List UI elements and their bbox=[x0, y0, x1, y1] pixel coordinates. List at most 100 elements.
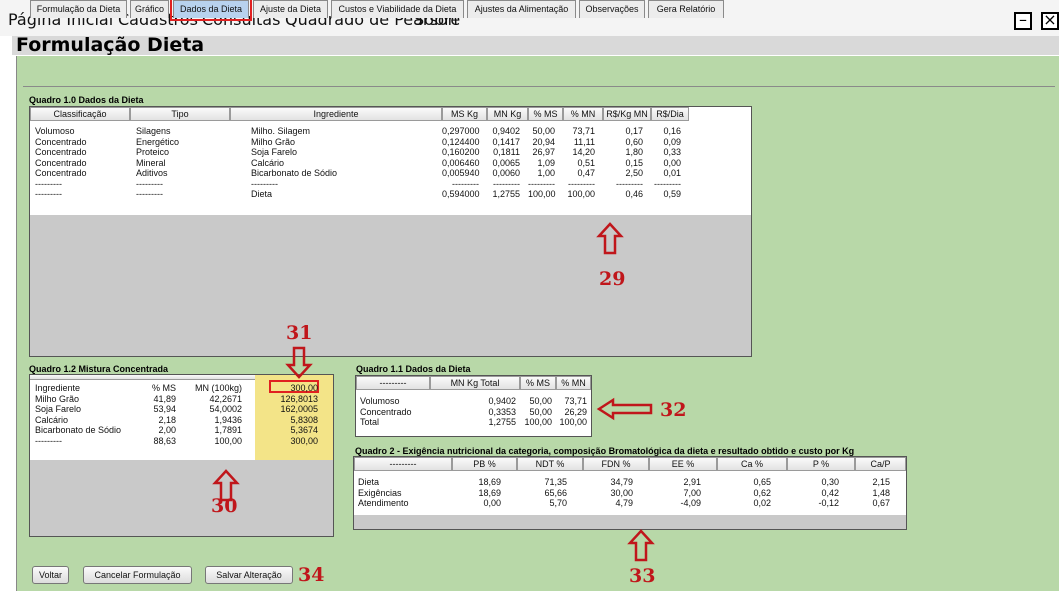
q11-col-header[interactable]: % MS bbox=[520, 376, 556, 390]
q2-col-header[interactable]: PB % bbox=[452, 457, 517, 471]
annotation-34: 34 bbox=[298, 564, 325, 586]
q10-col-header[interactable]: MN Kg bbox=[487, 107, 528, 121]
q10-cell: 0,006460 bbox=[442, 157, 480, 168]
window-title-bar: Formulação Dieta bbox=[12, 34, 1059, 56]
q11-col-header[interactable]: --------- bbox=[356, 376, 430, 390]
q11-col-header[interactable]: % MN bbox=[556, 376, 591, 390]
back-button[interactable]: Voltar bbox=[32, 566, 69, 584]
q10-cell: 0,005940 bbox=[442, 168, 480, 178]
q11-cell: Volumoso bbox=[360, 396, 400, 406]
q10-cell: --------- bbox=[528, 178, 555, 189]
q10-cell: 50,00 bbox=[532, 126, 555, 136]
tab-ajuste-dieta[interactable]: Ajuste da Dieta bbox=[253, 0, 328, 18]
tab-custos[interactable]: Custos e Viabilidade da Dieta bbox=[331, 0, 464, 18]
q10-cell: Concentrado bbox=[35, 147, 87, 157]
q12-cell: 2,18 bbox=[158, 414, 176, 425]
q2-cell: 65,66 bbox=[544, 487, 567, 498]
q2-cell: 71,35 bbox=[544, 477, 567, 487]
tab-grafico[interactable]: Gráfico bbox=[130, 0, 169, 18]
q10-col-header[interactable]: Tipo bbox=[130, 107, 230, 121]
q10-cell: 11,11 bbox=[573, 136, 595, 147]
q10-cell: --------- bbox=[452, 178, 479, 189]
q10-cell: Concentrado bbox=[35, 136, 87, 147]
annotation-arrow-left-32 bbox=[596, 397, 653, 421]
tab-formulacao[interactable]: Formulação da Dieta bbox=[30, 0, 127, 18]
q11-cell: 73,71 bbox=[564, 396, 587, 406]
q10-title: Quadro 1.0 Dados da Dieta bbox=[29, 95, 144, 105]
q10-cell: 0,1811 bbox=[493, 147, 520, 157]
q10-cell: 0,0065 bbox=[492, 157, 520, 168]
q10-cell: 0,47 bbox=[577, 168, 595, 178]
q10-cell: Volumoso bbox=[35, 126, 75, 136]
save-changes-button[interactable]: Salvar Alteração bbox=[205, 566, 293, 584]
q2-cell: 0,67 bbox=[872, 498, 890, 508]
q10-col-header[interactable]: Ingrediente bbox=[230, 107, 442, 121]
q10-cell: --------- bbox=[568, 178, 595, 189]
close-button[interactable]: × bbox=[1041, 12, 1059, 30]
minimize-button[interactable]: – bbox=[1014, 12, 1032, 30]
q10-cell: 0,1417 bbox=[492, 136, 520, 147]
q12-cell: MN (100kg) bbox=[194, 383, 242, 393]
q10-cell: Bicarbonato de Sódio bbox=[251, 168, 338, 178]
q12-cell: 53,94 bbox=[153, 404, 176, 414]
annotation-31: 31 bbox=[286, 322, 313, 344]
q10-cell: Proteico bbox=[136, 147, 170, 157]
q2-cell: Exigências bbox=[358, 487, 402, 498]
q10-cell: 0,15 bbox=[625, 157, 643, 168]
tab-dados-dieta[interactable]: Dados da Dieta bbox=[170, 0, 252, 21]
q10-cell: 0,160200 bbox=[442, 147, 480, 157]
q10-col-header[interactable]: R$/Dia bbox=[651, 107, 689, 121]
q11-col-header[interactable]: MN Kg Total bbox=[430, 376, 520, 390]
q10-col-header[interactable]: % MS bbox=[528, 107, 563, 121]
q10-col-header[interactable]: MS Kg bbox=[442, 107, 487, 121]
q2-cell: 0,30 bbox=[821, 477, 839, 487]
q2-col-header[interactable]: --------- bbox=[354, 457, 452, 471]
q10-cell: 0,33 bbox=[663, 147, 681, 157]
tab-gera-relatorio[interactable]: Gera Relatório bbox=[648, 0, 724, 18]
q12-empty-area bbox=[30, 460, 333, 536]
q10-cell: Concentrado bbox=[35, 168, 87, 178]
q12-cell: 2,00 bbox=[158, 425, 176, 435]
tab-ajustes-alimentacao[interactable]: Ajustes da Alimentação bbox=[467, 0, 576, 18]
q2-col-header[interactable]: EE % bbox=[649, 457, 717, 471]
q10-cell: --------- bbox=[654, 178, 681, 189]
q10-cell: 0,0060 bbox=[492, 168, 520, 178]
q10-cell: 0,00 bbox=[663, 157, 681, 168]
q10-col-header[interactable]: Classificação bbox=[30, 107, 130, 121]
q10-cell: Soja Farelo bbox=[251, 147, 298, 157]
q10-cell: 1,00 bbox=[537, 168, 555, 178]
q2-col-header[interactable]: NDT % bbox=[517, 457, 583, 471]
tab-observacoes[interactable]: Observações bbox=[579, 0, 645, 18]
q11-cell: 50,00 bbox=[529, 406, 552, 417]
q10-cell: Aditivos bbox=[136, 168, 168, 178]
q10-cell: Calcário bbox=[251, 157, 285, 168]
annotation-29: 29 bbox=[599, 268, 626, 290]
cancel-formulation-button[interactable]: Cancelar Formulação bbox=[83, 566, 192, 584]
q12-table: Ingrediente % MS MN (100kg) 300,00 Milho Grã… bbox=[29, 374, 334, 537]
q10-cell: 0,297000 bbox=[442, 126, 480, 136]
annotation-30: 30 bbox=[211, 495, 238, 517]
q2-cell: -0,12 bbox=[818, 498, 839, 508]
q12-cell: 300,00 bbox=[290, 383, 318, 393]
q10-cell: Milho Grão bbox=[251, 136, 296, 147]
q10-cell: 0,51 bbox=[577, 157, 595, 168]
q10-cell: Energético bbox=[136, 136, 180, 147]
q2-col-header[interactable]: FDN % bbox=[583, 457, 649, 471]
q10-cell: 1,80 bbox=[625, 147, 643, 157]
q10-cell: 1,09 bbox=[537, 157, 555, 168]
q2-col-header[interactable]: Ca/P bbox=[855, 457, 906, 471]
q10-table: Classificação Tipo Ingrediente MS Kg MN Kg% … bbox=[29, 106, 752, 357]
q12-cell: 100,00 bbox=[214, 435, 242, 446]
q2-col-header[interactable]: P % bbox=[787, 457, 855, 471]
q10-col-header[interactable]: R$/Kg MN bbox=[603, 107, 651, 121]
q10-cell: 0,17 bbox=[625, 126, 643, 136]
q12-cell: 1,7891 bbox=[214, 425, 242, 435]
q10-cell: 73,71 bbox=[572, 126, 595, 136]
q11-cell: 1,2755 bbox=[488, 417, 516, 427]
q12-cell: --------- bbox=[35, 435, 62, 446]
q2-col-header[interactable]: Ca % bbox=[717, 457, 787, 471]
q10-col-header[interactable]: % MN bbox=[563, 107, 603, 121]
q10-cell: --------- bbox=[136, 178, 163, 189]
q10-cell: 1,2755 bbox=[492, 189, 520, 199]
q10-cell: --------- bbox=[493, 178, 520, 189]
